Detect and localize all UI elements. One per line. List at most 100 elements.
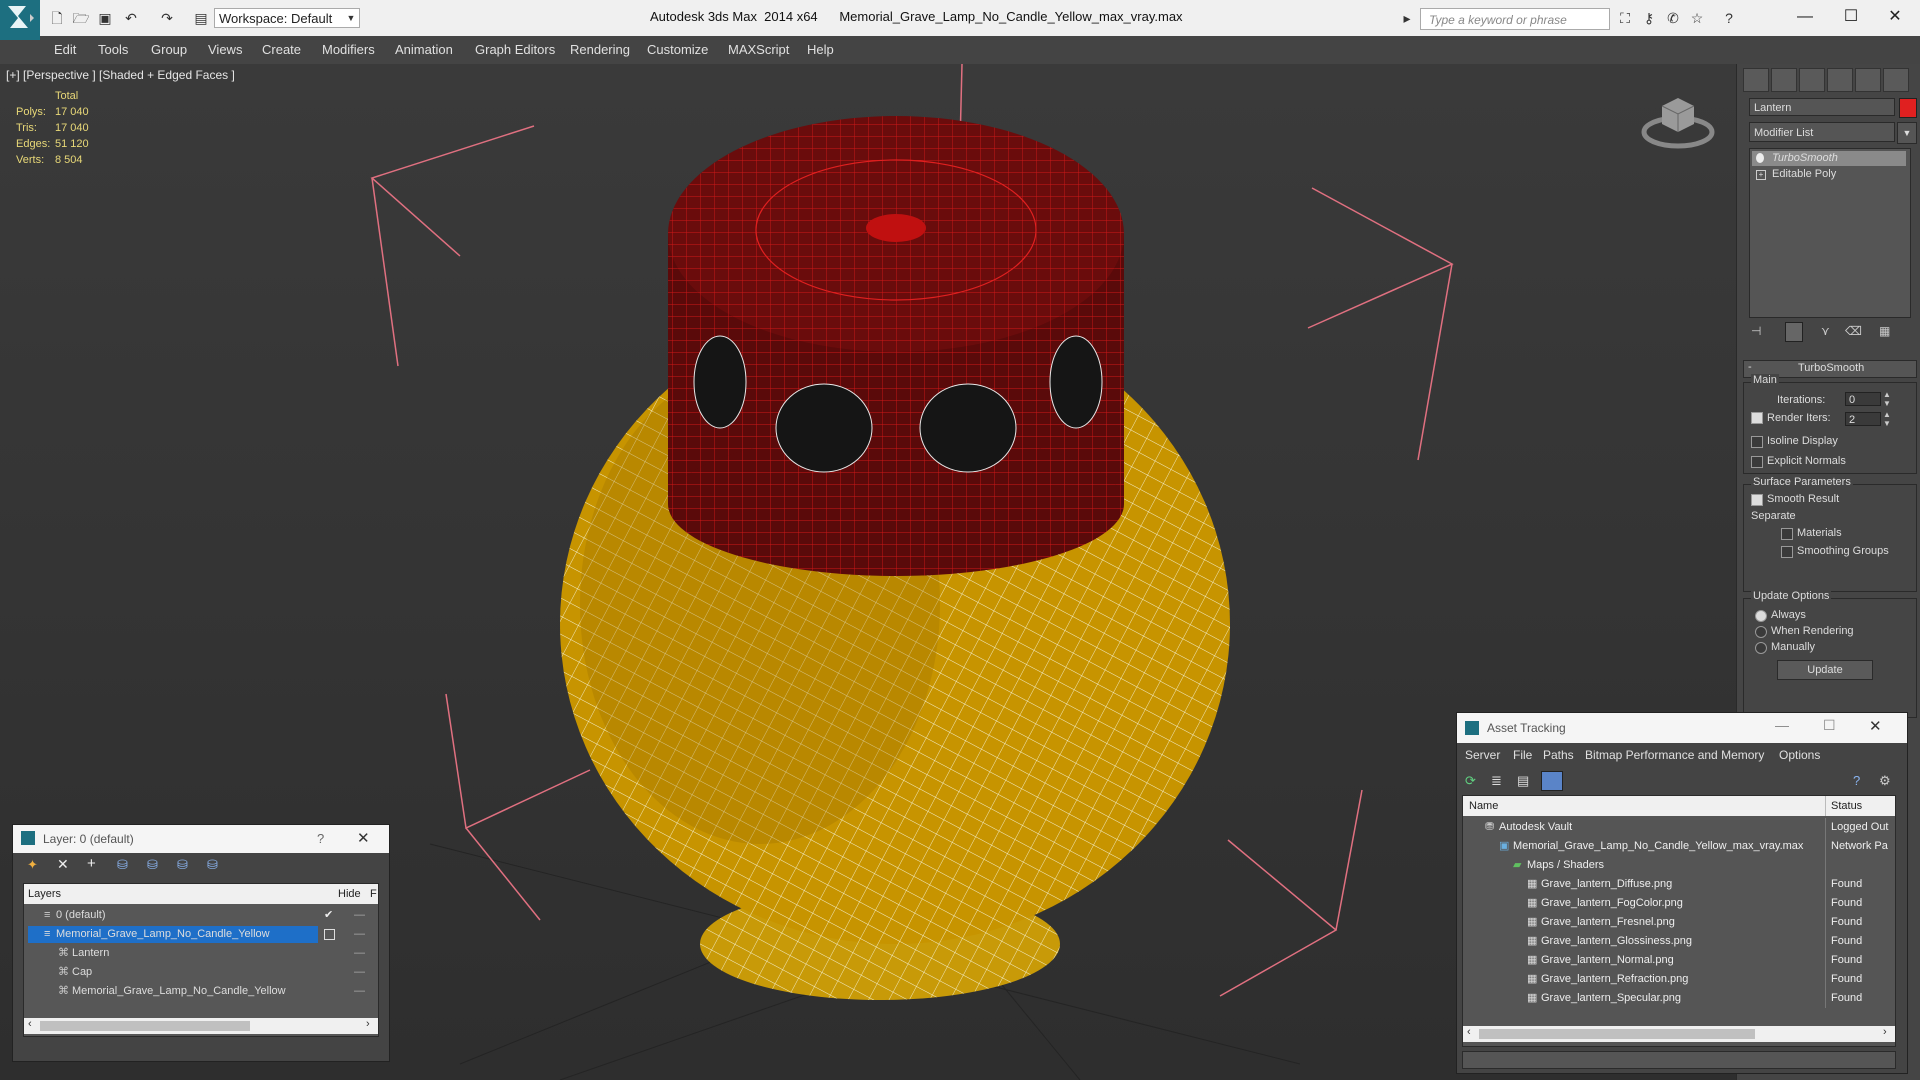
horizontal-scrollbar[interactable]: ‹ › (1463, 1026, 1895, 1042)
asset-row[interactable]: ▦ Grave_lantern_Fresnel.png Found (1463, 913, 1895, 932)
menu-rendering[interactable]: Rendering (570, 42, 630, 57)
menu-paths[interactable]: Paths (1543, 748, 1574, 762)
table-view-icon[interactable]: ▤ (1517, 773, 1529, 789)
menu-customize[interactable]: Customize (647, 42, 708, 57)
asset-row[interactable]: ▦ Grave_lantern_Specular.png Found (1463, 989, 1895, 1008)
favorites-star-icon[interactable]: ☆ (1688, 9, 1706, 27)
grid-view-icon[interactable] (1541, 771, 1563, 791)
iterations-spinner[interactable]: 0 (1845, 392, 1881, 406)
select-objects-icon[interactable]: ⛁ (117, 857, 128, 873)
asset-row[interactable]: ▦ Grave_lantern_Glossiness.png Found (1463, 932, 1895, 951)
viewcube-icon[interactable] (1640, 84, 1720, 154)
app-logo-icon[interactable] (0, 0, 40, 40)
menu-options[interactable]: Options (1779, 748, 1820, 762)
asset-row[interactable]: ▦ Grave_lantern_FogColor.png Found (1463, 894, 1895, 913)
render-iters-checkbox[interactable] (1751, 412, 1763, 424)
maximize-button[interactable]: ☐ (1823, 717, 1836, 734)
scrollbar-thumb[interactable] (1479, 1029, 1755, 1039)
delete-layer-icon[interactable]: ✕ (57, 856, 69, 873)
help-icon[interactable]: ? (317, 831, 324, 846)
col-name[interactable]: Name (1469, 796, 1498, 816)
explicit-normals-checkbox[interactable] (1751, 456, 1763, 468)
close-button[interactable]: ✕ (1880, 6, 1910, 28)
render-iters-spinner[interactable]: 2 (1845, 412, 1881, 426)
open-file-icon[interactable]: 🗁 (72, 9, 90, 27)
object-name-field[interactable]: Lantern (1749, 98, 1895, 116)
configure-sets-icon[interactable]: ▦ (1879, 324, 1890, 338)
asset-row[interactable]: ⛃ Autodesk Vault Logged Out (1463, 818, 1895, 837)
object-color-swatch[interactable] (1899, 98, 1917, 118)
highlight-layer-icon[interactable]: ⛁ (147, 857, 158, 873)
show-end-result-icon[interactable] (1785, 322, 1803, 342)
scroll-right-icon[interactable]: › (366, 1018, 370, 1030)
help-icon[interactable]: ? (1720, 9, 1738, 27)
undo-icon[interactable]: ↶ (122, 9, 140, 27)
close-icon[interactable]: ✕ (1869, 717, 1882, 735)
stack-item-turbosmooth[interactable]: TurboSmooth (1752, 151, 1906, 166)
settings-icon[interactable]: ⚙ (1879, 773, 1891, 789)
menu-group[interactable]: Group (151, 42, 187, 57)
minimize-button[interactable]: — (1790, 6, 1820, 28)
utilities-tab-icon[interactable] (1883, 68, 1909, 92)
update-button[interactable]: Update (1777, 660, 1873, 680)
hide-toggle[interactable]: — (354, 925, 365, 944)
asset-row[interactable]: ▣ Memorial_Grave_Lamp_No_Candle_Yellow_ma… (1463, 837, 1895, 856)
smoothing-groups-checkbox[interactable] (1781, 546, 1793, 558)
asset-window-titlebar[interactable]: Asset Tracking — ☐ ✕ (1457, 713, 1907, 743)
chevron-right-icon[interactable]: ▸ (1398, 9, 1416, 27)
close-icon[interactable]: ✕ (357, 829, 370, 847)
project-folder-icon[interactable]: ▤ (192, 9, 210, 27)
manually-radio[interactable] (1755, 642, 1767, 654)
binoculars-icon[interactable]: ⛶ (1616, 9, 1634, 27)
scroll-right-icon[interactable]: › (1883, 1026, 1887, 1038)
hide-toggle[interactable]: — (354, 944, 365, 963)
layer-row[interactable]: ⌘ Cap — (24, 963, 378, 982)
asset-path-field[interactable] (1462, 1051, 1896, 1069)
menu-help[interactable]: Help (807, 42, 834, 57)
minimize-button[interactable]: — (1775, 717, 1789, 733)
col-layers[interactable]: Layers (28, 884, 61, 904)
layer-row[interactable]: ⌘ Memorial_Grave_Lamp_No_Candle_Yellow — (24, 982, 378, 1001)
pin-stack-icon[interactable]: ⊣ (1751, 324, 1761, 338)
layer-row[interactable]: ≡ 0 (default) ✔ — (24, 906, 378, 925)
modify-tab-icon[interactable] (1771, 68, 1797, 92)
col-status[interactable]: Status (1831, 796, 1862, 816)
add-to-layer-icon[interactable]: + (87, 855, 96, 872)
scroll-left-icon[interactable]: ‹ (1467, 1026, 1471, 1038)
hide-toggle[interactable]: — (354, 982, 365, 1001)
layer-row[interactable]: ⌘ Lantern — (24, 944, 378, 963)
hierarchy-tab-icon[interactable] (1799, 68, 1825, 92)
chevron-down-icon[interactable]: ▼ (1897, 122, 1917, 144)
save-icon[interactable]: ▣ (96, 9, 114, 27)
layer-row[interactable]: ≡ Memorial_Grave_Lamp_No_Candle_Yellow — (24, 925, 378, 944)
spinner-arrows-icon[interactable]: ▲ ▼ (1883, 390, 1891, 408)
remove-modifier-icon[interactable]: ⌫ (1845, 324, 1862, 338)
expand-plus-icon[interactable]: + (1756, 170, 1766, 180)
when-rendering-radio[interactable] (1755, 626, 1767, 638)
key-icon[interactable]: ⚷ (1640, 9, 1658, 27)
menu-animation[interactable]: Animation (395, 42, 453, 57)
isoline-checkbox[interactable] (1751, 436, 1763, 448)
scroll-left-icon[interactable]: ‹ (28, 1018, 32, 1030)
menu-modifiers[interactable]: Modifiers (322, 42, 375, 57)
materials-checkbox[interactable] (1781, 528, 1793, 540)
freeze-all-icon[interactable]: ⛁ (207, 857, 218, 873)
display-tab-icon[interactable] (1855, 68, 1881, 92)
new-file-icon[interactable]: 🗋 (48, 9, 66, 27)
motion-tab-icon[interactable] (1827, 68, 1853, 92)
make-unique-icon[interactable]: ⋎ (1821, 324, 1830, 338)
redo-icon[interactable]: ↷ (158, 9, 176, 27)
checkmark-icon[interactable]: ✔ (324, 906, 333, 925)
col-f[interactable]: F (370, 884, 377, 904)
horizontal-scrollbar[interactable]: ‹ › (24, 1018, 378, 1034)
menu-edit[interactable]: Edit (54, 42, 76, 57)
asset-row[interactable]: ▦ Grave_lantern_Refraction.png Found (1463, 970, 1895, 989)
light-bulb-icon[interactable] (1756, 153, 1764, 163)
col-hide[interactable]: Hide (338, 884, 361, 904)
hide-all-icon[interactable]: ⛁ (177, 857, 188, 873)
stack-item-editable-poly[interactable]: Editable Poly (1752, 167, 1906, 182)
communication-icon[interactable]: ✆ (1664, 9, 1682, 27)
chevron-down-icon[interactable]: ▼ (344, 8, 358, 28)
search-input[interactable]: Type a keyword or phrase (1420, 8, 1610, 30)
asset-row[interactable]: ▦ Grave_lantern_Diffuse.png Found (1463, 875, 1895, 894)
